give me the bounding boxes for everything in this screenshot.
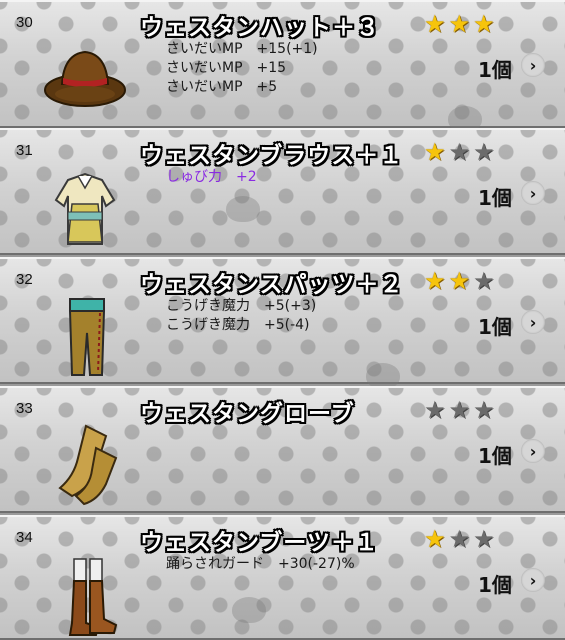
item-name: ウェスタンブーツ＋１	[140, 530, 379, 556]
item-name: ウェスタンブラウス＋１	[140, 143, 404, 169]
star-icon: ★	[424, 138, 446, 166]
item-count: 1個	[478, 186, 512, 210]
star-icon: ★	[473, 138, 495, 166]
item-stats: こうげき魔力 +5(+3) こうげき魔力 +5(-4)	[166, 297, 316, 335]
list-item[interactable]: 31 ウェスタンブラウス＋１ しゅび力 +2 ★ ★ ★ 1個 ›	[0, 128, 565, 255]
item-count: 1個	[478, 573, 512, 597]
rarity-stars: ★ ★ ★	[424, 527, 495, 551]
western-blouse-icon	[54, 172, 116, 245]
rarity-stars: ★ ★ ★	[424, 140, 495, 164]
slime-watermark-icon	[226, 196, 260, 222]
chevron-right-icon[interactable]: ›	[521, 310, 545, 334]
item-name: ウェスタンスパッツ＋２	[140, 272, 404, 298]
item-count: 1個	[478, 444, 512, 468]
western-pants-icon	[68, 298, 106, 376]
star-icon: ★	[448, 525, 471, 553]
star-icon: ★	[424, 396, 446, 424]
star-icon: ★	[448, 10, 471, 38]
item-name: ウェスタンハット＋３	[140, 15, 380, 41]
star-icon: ★	[424, 267, 446, 295]
rarity-stars: ★ ★ ★	[424, 269, 495, 293]
western-boots-icon	[68, 558, 118, 636]
list-item[interactable]: 30 ウェスタンハット＋３ さいだいMP +15(+1) さいだいMP +15 …	[0, 0, 565, 132]
star-icon: ★	[473, 525, 495, 553]
western-hat-icon	[44, 50, 126, 107]
item-count: 1個	[478, 58, 512, 82]
star-icon: ★	[448, 396, 471, 424]
star-icon: ★	[473, 267, 495, 295]
item-count: 1個	[478, 315, 512, 339]
item-number: 34	[16, 529, 33, 546]
item-name: ウェスタングローブ	[140, 401, 355, 427]
item-stats: しゅび力 +2	[166, 168, 257, 187]
item-list: 30 ウェスタンハット＋３ さいだいMP +15(+1) さいだいMP +15 …	[0, 0, 565, 640]
list-item[interactable]: 33 ウェスタングローブ ★ ★ ★ 1個 ›	[0, 386, 565, 513]
chevron-right-icon[interactable]: ›	[521, 568, 545, 592]
item-number: 30	[16, 14, 33, 31]
item-number: 31	[16, 142, 33, 159]
list-item[interactable]: 32 ウェスタンスパッツ＋２ こうげき魔力 +5(+3) こうげき魔力 +5(-…	[0, 257, 565, 389]
chevron-right-icon[interactable]: ›	[521, 53, 545, 77]
stat-line: こうげき魔力 +5(-4)	[166, 317, 310, 333]
stat-line: 踊らされガード +30(-27)%	[166, 556, 355, 572]
stat-line: さいだいMP +15	[166, 60, 287, 76]
star-icon: ★	[424, 10, 446, 38]
star-icon: ★	[448, 267, 471, 295]
western-gloves-icon	[58, 424, 118, 506]
star-icon: ★	[448, 138, 471, 166]
slime-watermark-icon	[232, 597, 266, 623]
stat-line: さいだいMP +5	[166, 79, 278, 95]
star-icon: ★	[473, 396, 495, 424]
item-stats: 踊らされガード +30(-27)%	[166, 555, 355, 574]
list-item[interactable]: 34 ウェスタンブーツ＋１ 踊らされガード +30(-27)% ★ ★ ★ 1個…	[0, 515, 565, 640]
item-stats: さいだいMP +15(+1) さいだいMP +15 さいだいMP +5	[166, 40, 318, 97]
stat-line: しゅび力 +2	[166, 169, 257, 185]
chevron-right-icon[interactable]: ›	[521, 439, 545, 463]
rarity-stars: ★ ★ ★	[424, 12, 495, 36]
chevron-right-icon[interactable]: ›	[521, 181, 545, 205]
item-number: 32	[16, 271, 33, 288]
star-icon: ★	[424, 525, 446, 553]
stat-line: さいだいMP +15(+1)	[166, 41, 318, 57]
stat-line: こうげき魔力 +5(+3)	[166, 298, 317, 314]
rarity-stars: ★ ★ ★	[424, 398, 495, 422]
star-icon: ★	[473, 10, 495, 38]
item-number: 33	[16, 400, 33, 417]
